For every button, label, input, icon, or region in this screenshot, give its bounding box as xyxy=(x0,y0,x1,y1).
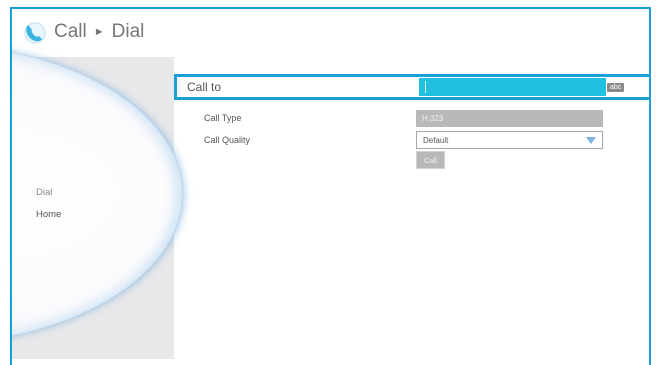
dial-screen: Call ► Dial Dial Home Call to abc Call T… xyxy=(10,7,651,365)
breadcrumb-separator-icon: ► xyxy=(93,26,105,38)
call-to-label: Call to xyxy=(187,80,222,94)
sidebar-menu: Dial Home xyxy=(36,187,61,231)
call-quality-label: Call Quality xyxy=(204,135,251,145)
call-quality-row[interactable]: Call Quality Default xyxy=(184,129,649,151)
sidebar-item-dial[interactable]: Dial xyxy=(36,187,61,198)
call-type-label: Call Type xyxy=(204,113,242,123)
sidebar-item-home[interactable]: Home xyxy=(36,209,61,220)
chevron-down-icon xyxy=(586,136,596,144)
breadcrumb: Call ► Dial xyxy=(54,21,144,43)
phone-icon xyxy=(24,22,46,44)
breadcrumb-page: Dial xyxy=(111,21,145,42)
header: Call ► Dial xyxy=(12,9,649,55)
call-button[interactable]: Call xyxy=(416,151,445,169)
text-caret xyxy=(425,81,426,93)
keyboard-mode-badge[interactable]: abc xyxy=(607,82,625,92)
call-to-row[interactable]: Call to abc xyxy=(174,74,649,100)
call-quality-value: Default xyxy=(423,135,449,145)
call-type-field: H.323 xyxy=(416,109,603,127)
call-type-row: Call Type H.323 xyxy=(184,107,649,129)
call-quality-select[interactable]: Default xyxy=(416,131,603,149)
call-to-input[interactable] xyxy=(419,78,606,96)
breadcrumb-section: Call xyxy=(54,21,87,42)
